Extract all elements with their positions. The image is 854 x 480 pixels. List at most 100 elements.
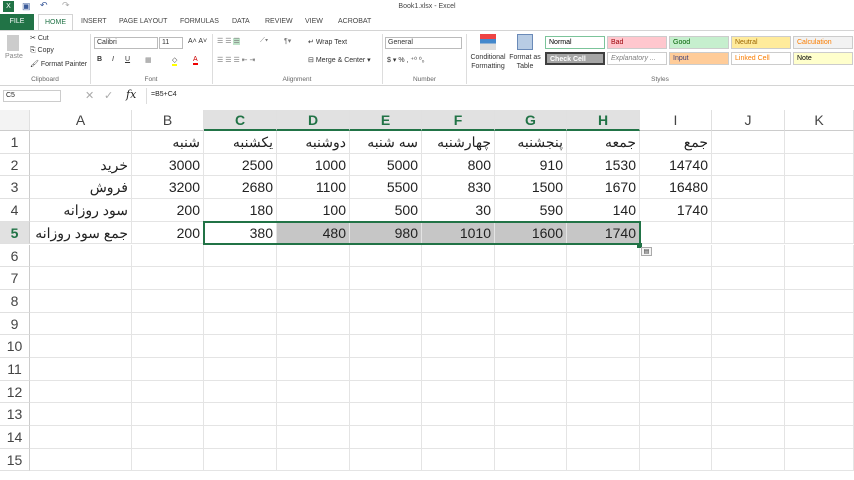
cell-A5[interactable]: جمع سود روزانه (30, 221, 132, 245)
cell-G8[interactable] (495, 289, 567, 313)
cell-H1[interactable]: جمعه (567, 131, 640, 154)
tab-acrobat[interactable]: ACROBAT (332, 14, 377, 30)
cell-C9[interactable] (204, 312, 277, 336)
cell-style-neutral[interactable]: Neutral (731, 36, 791, 49)
cell-G9[interactable] (495, 312, 567, 336)
cell-F15[interactable] (422, 448, 495, 472)
percent-button[interactable]: % (398, 57, 404, 64)
cell-B5[interactable]: 200 (132, 221, 204, 245)
cell-K7[interactable] (785, 267, 854, 290)
cell-B9[interactable] (132, 312, 204, 336)
cell-F13[interactable] (422, 403, 495, 427)
cell-F3[interactable]: 830 (422, 176, 495, 200)
row-header-9[interactable]: 9 (0, 312, 30, 336)
cell-style-calculation[interactable]: Calculation (793, 36, 853, 49)
cell-I5[interactable] (640, 221, 712, 245)
cell-A14[interactable] (30, 426, 132, 449)
cell-H12[interactable] (567, 380, 640, 404)
conditional-formatting-button[interactable]: Conditional Formatting (468, 53, 508, 71)
cell-E11[interactable] (350, 358, 422, 381)
cell-A3[interactable]: فروش (30, 176, 132, 200)
cell-A12[interactable] (30, 380, 132, 404)
cell-C1[interactable]: یکشنبه (204, 131, 277, 154)
cell-E10[interactable] (350, 335, 422, 358)
cell-E4[interactable]: 500 (350, 199, 422, 222)
fill-color-icon[interactable]: ◇ (172, 56, 178, 66)
enter-icon[interactable]: ✓ (104, 89, 113, 102)
column-header-A[interactable]: A (30, 110, 132, 131)
cell-J2[interactable] (712, 153, 785, 177)
tab-file[interactable]: FILE (0, 14, 34, 30)
format-painter-button[interactable]: 🖌 Format Painter (30, 60, 87, 68)
cell-F12[interactable] (422, 380, 495, 404)
text-direction-icon[interactable]: ¶▾ (284, 37, 291, 45)
cell-K15[interactable] (785, 448, 854, 472)
cell-C13[interactable] (204, 403, 277, 427)
tab-insert[interactable]: INSERT (75, 14, 113, 30)
row-header-4[interactable]: 4 (0, 199, 30, 222)
cell-E8[interactable] (350, 289, 422, 313)
cell-E7[interactable] (350, 267, 422, 290)
cell-F14[interactable] (422, 426, 495, 449)
row-header-8[interactable]: 8 (0, 289, 30, 313)
row-header-1[interactable]: 1 (0, 131, 30, 154)
cell-H9[interactable] (567, 312, 640, 336)
bold-button[interactable]: B (97, 56, 102, 63)
cell-G3[interactable]: 1500 (495, 176, 567, 200)
cell-C6[interactable] (204, 244, 277, 268)
row-header-5[interactable]: 5 (0, 221, 30, 245)
cell-F9[interactable] (422, 312, 495, 336)
cell-A13[interactable] (30, 403, 132, 427)
cell-F11[interactable] (422, 358, 495, 381)
cell-B4[interactable]: 200 (132, 199, 204, 222)
cell-K4[interactable] (785, 199, 854, 222)
tab-page-layout[interactable]: PAGE LAYOUT (113, 14, 173, 30)
cell-G4[interactable]: 590 (495, 199, 567, 222)
cell-B11[interactable] (132, 358, 204, 381)
cell-B1[interactable]: شنبه (132, 131, 204, 154)
conditional-formatting-icon[interactable] (480, 34, 496, 50)
cell-D6[interactable] (277, 244, 350, 268)
merge-center-button[interactable]: ⊟ Merge & Center ▾ (308, 56, 371, 64)
cell-C10[interactable] (204, 335, 277, 358)
cell-C5[interactable]: 380 (204, 221, 277, 245)
cell-I13[interactable] (640, 403, 712, 427)
cell-E6[interactable] (350, 244, 422, 268)
row-header-13[interactable]: 13 (0, 403, 30, 427)
cell-F8[interactable] (422, 289, 495, 313)
cell-D8[interactable] (277, 289, 350, 313)
row-header-6[interactable]: 6 (0, 244, 30, 268)
wrap-text-button[interactable]: ↵ Wrap Text (308, 38, 347, 46)
cell-J4[interactable] (712, 199, 785, 222)
cell-J11[interactable] (712, 358, 785, 381)
cell-style-normal[interactable]: Normal (545, 36, 605, 49)
cell-K13[interactable] (785, 403, 854, 427)
row-header-14[interactable]: 14 (0, 426, 30, 449)
cell-F1[interactable]: چهارشنبه (422, 131, 495, 154)
cell-J5[interactable] (712, 221, 785, 245)
select-all-corner[interactable] (0, 110, 30, 131)
cell-I3[interactable]: 16480 (640, 176, 712, 200)
spreadsheet-grid[interactable]: A B C D E F G H I J K 1 شنبه یکشنبه دوشنبه سه شنبه چهارش… (0, 110, 854, 480)
cell-B14[interactable] (132, 426, 204, 449)
cell-C7[interactable] (204, 267, 277, 290)
cell-I9[interactable] (640, 312, 712, 336)
cell-H14[interactable] (567, 426, 640, 449)
copy-button[interactable]: ⎘ Copy (30, 47, 54, 55)
font-color-icon[interactable]: A (193, 56, 198, 65)
cell-I1[interactable]: جمع (640, 131, 712, 154)
cell-style-check-cell[interactable]: Check Cell (545, 52, 605, 65)
cell-A4[interactable]: سود روزانه (30, 199, 132, 222)
cell-F5[interactable]: 1010 (422, 221, 495, 245)
cell-E13[interactable] (350, 403, 422, 427)
cell-K3[interactable] (785, 176, 854, 200)
font-size-select[interactable]: 11 (159, 37, 183, 49)
row-header-11[interactable]: 11 (0, 358, 30, 381)
name-box[interactable]: C5 (3, 90, 61, 102)
cell-C11[interactable] (204, 358, 277, 381)
row-header-10[interactable]: 10 (0, 335, 30, 358)
cell-I12[interactable] (640, 380, 712, 404)
cell-G14[interactable] (495, 426, 567, 449)
borders-icon[interactable]: ▦ (145, 56, 152, 64)
cell-H15[interactable] (567, 448, 640, 472)
